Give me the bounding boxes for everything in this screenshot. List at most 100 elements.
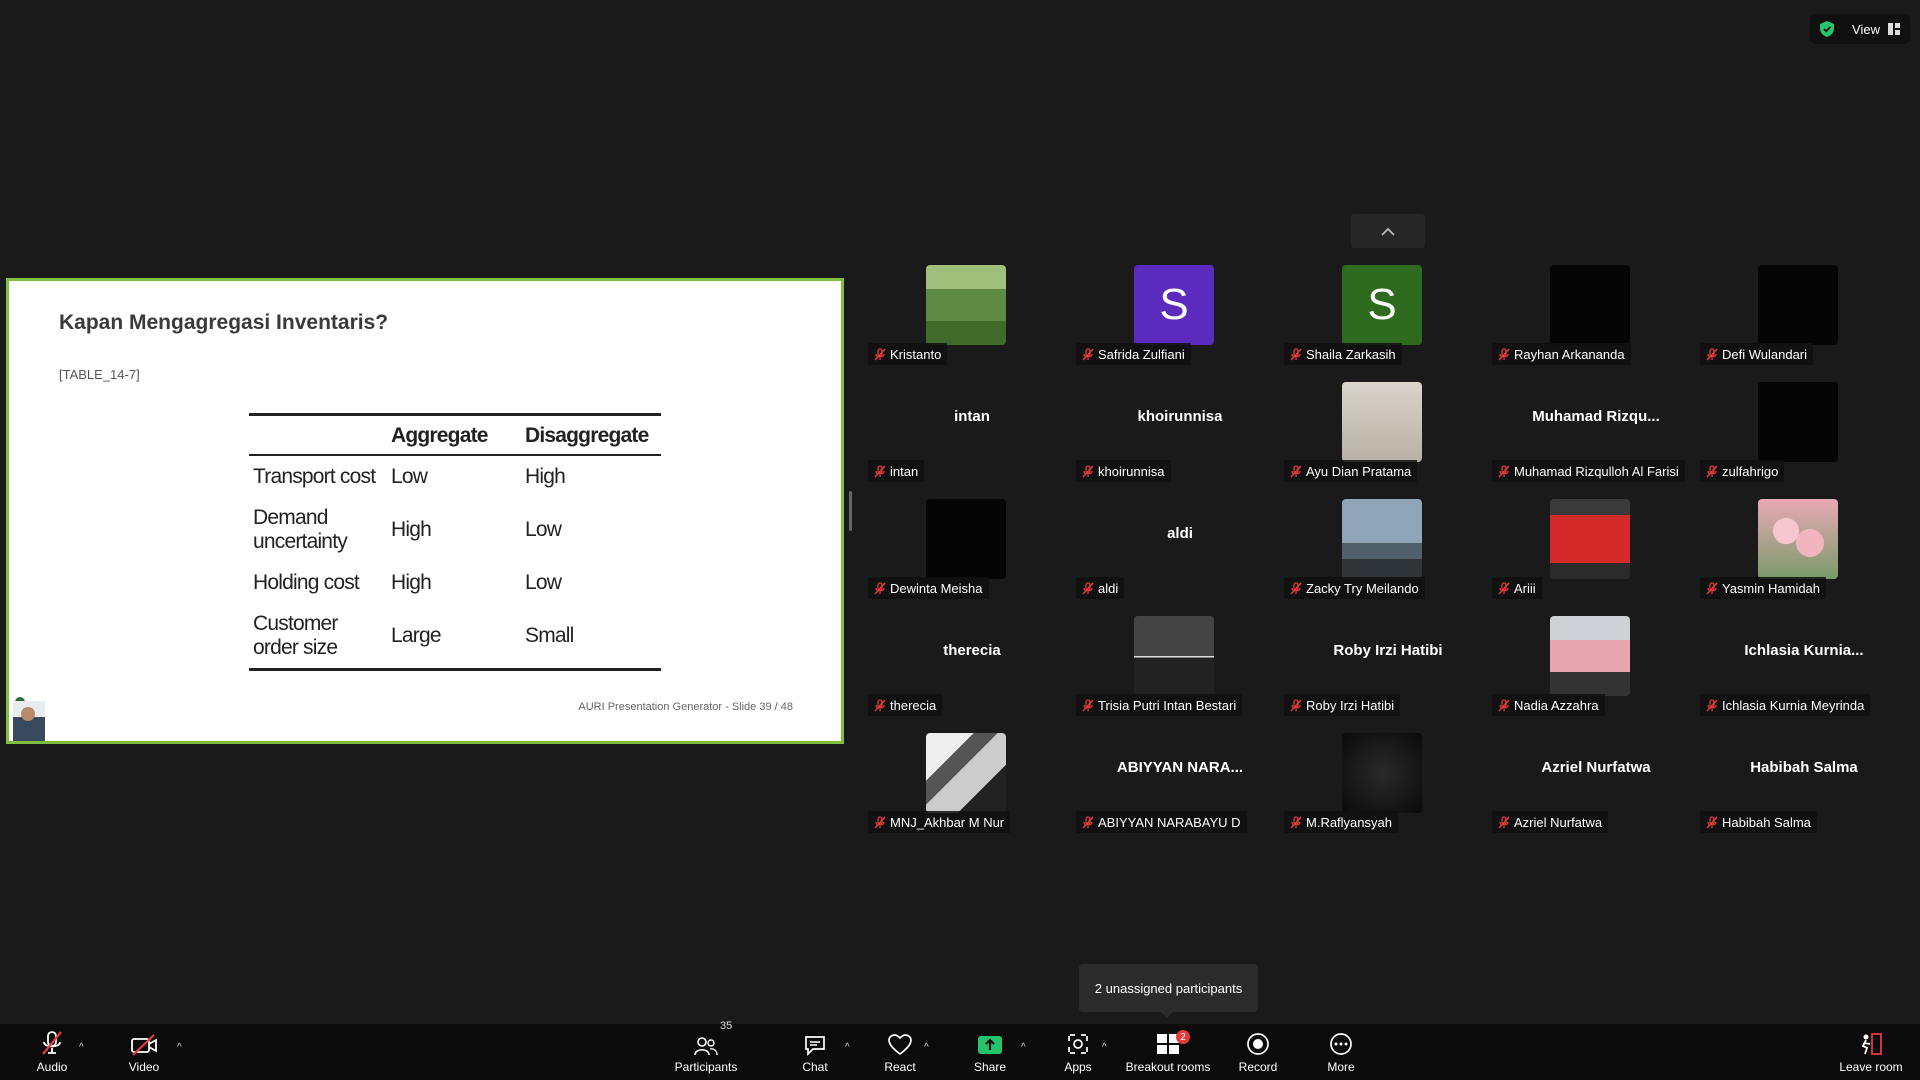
video-options-caret[interactable]: ^	[177, 1042, 182, 1053]
react-options-caret[interactable]: ^	[924, 1042, 929, 1053]
participant-tile[interactable]: Azriel Nurfatwa Azriel Nurfatwa	[1492, 733, 1700, 850]
share-options-caret[interactable]: ^	[1021, 1042, 1026, 1053]
participant-display-name: therecia	[943, 642, 1001, 659]
participant-name-tag: Habibah Salma	[1700, 811, 1817, 833]
mic-muted-icon	[874, 581, 886, 595]
more-button[interactable]: More	[1324, 1024, 1358, 1080]
heart-icon	[888, 1034, 912, 1056]
participant-tile[interactable]: Ichlasia Kurnia... Ichlasia Kurnia Meyrin…	[1700, 616, 1908, 733]
participant-display-name: khoirunnisa	[1137, 408, 1223, 425]
participant-tile[interactable]: Muhamad Rizqu... Muhamad Rizqulloh Al Far…	[1492, 382, 1700, 499]
table-cell: Large	[391, 624, 442, 647]
participant-tile[interactable]: Ariii	[1492, 499, 1700, 616]
participant-tile[interactable]: Roby Irzi Hatibi Roby Irzi Hatibi	[1284, 616, 1492, 733]
participant-tile[interactable]: M.Raflyansyah	[1284, 733, 1492, 850]
participant-avatar	[1550, 499, 1630, 579]
participant-name: Rayhan Arkananda	[1514, 346, 1625, 362]
leave-room-button[interactable]: Leave room	[1836, 1024, 1906, 1080]
view-button[interactable]: View	[1810, 14, 1910, 44]
participant-name: Muhamad Rizqulloh Al Farisi	[1514, 463, 1679, 479]
table-cell: High	[391, 518, 432, 541]
participant-avatar	[1758, 265, 1838, 345]
participant-tile[interactable]: aldi aldi	[1076, 499, 1284, 616]
share-button[interactable]: Share	[972, 1024, 1008, 1080]
participant-display-name: ABIYYAN NARA...	[1116, 759, 1244, 776]
participant-name-tag: Dewinta Meisha	[868, 577, 989, 599]
participant-name: intan	[890, 463, 919, 479]
participant-name-tag: Rayhan Arkananda	[1492, 343, 1631, 365]
table-header: Aggregate	[387, 414, 521, 456]
participant-display-name: Ichlasia Kurnia...	[1744, 642, 1864, 659]
mic-muted-icon	[1290, 464, 1302, 478]
participant-tile[interactable]: Yasmin Hamidah	[1700, 499, 1908, 616]
participant-tile[interactable]: Ayu Dian Pratama	[1284, 382, 1492, 499]
chat-options-caret[interactable]: ^	[845, 1042, 850, 1053]
participant-name-tag: Ayu Dian Pratama	[1284, 460, 1418, 482]
react-button[interactable]: React	[882, 1024, 918, 1080]
mic-muted-icon	[1082, 698, 1094, 712]
participant-avatar	[1342, 499, 1422, 579]
participant-name-tag: Ariii	[1492, 577, 1542, 599]
participant-tile[interactable]: intan intan	[868, 382, 1076, 499]
mic-muted-icon	[874, 347, 886, 361]
mic-muted-icon	[1498, 581, 1510, 595]
breakout-rooms-button[interactable]: 2 Breakout rooms	[1124, 1024, 1212, 1080]
participant-tile[interactable]: Defi Wulandari	[1700, 265, 1908, 382]
participant-avatar	[1550, 616, 1630, 696]
panel-splitter-handle[interactable]	[849, 491, 852, 531]
participant-name-tag: Nadia Azzahra	[1492, 694, 1605, 716]
participant-tile[interactable]: MNJ_Akhbar M Nur	[868, 733, 1076, 850]
chat-icon	[805, 1036, 825, 1056]
participant-avatar	[1758, 382, 1838, 462]
table-header: Disaggregate	[521, 414, 661, 456]
mic-muted-icon	[1706, 581, 1718, 595]
gallery-scroll-up-button[interactable]	[1351, 214, 1425, 248]
audio-label: Audio	[36, 1060, 68, 1074]
mic-muted-icon	[1290, 815, 1302, 829]
apps-icon	[1068, 1034, 1088, 1054]
participant-tile[interactable]: therecia therecia	[868, 616, 1076, 733]
participant-tile[interactable]: ABIYYAN NARA... ABIYYAN NARABAYU D	[1076, 733, 1284, 850]
participant-tile[interactable]: Habibah Salma Habibah Salma	[1700, 733, 1908, 850]
participant-tile[interactable]: khoirunnisa khoirunnisa	[1076, 382, 1284, 499]
participant-tile[interactable]: Dewinta Meisha	[868, 499, 1076, 616]
audio-button[interactable]: Audio	[30, 1024, 74, 1080]
video-button[interactable]: Video	[124, 1024, 164, 1080]
participant-display-name: Roby Irzi Hatibi	[1333, 642, 1443, 659]
audio-options-caret[interactable]: ^	[79, 1042, 84, 1053]
mic-muted-icon	[874, 698, 886, 712]
participants-label: Participants	[674, 1060, 738, 1074]
participant-display-name: aldi	[1167, 525, 1193, 542]
share-label: Share	[973, 1060, 1007, 1074]
participants-icon	[694, 1037, 718, 1056]
chat-button[interactable]: Chat	[800, 1024, 830, 1080]
mic-muted-icon	[1706, 698, 1718, 712]
apps-options-caret[interactable]: ^	[1102, 1042, 1107, 1053]
participant-tile[interactable]: Zacky Try Meilando	[1284, 499, 1492, 616]
mic-muted-icon	[874, 815, 886, 829]
table-cell: High	[525, 465, 566, 488]
mic-muted-icon	[1290, 698, 1302, 712]
participant-tile[interactable]: Trisia Putri Intan Bestari	[1076, 616, 1284, 733]
record-button[interactable]: Record	[1238, 1024, 1278, 1080]
participant-tile[interactable]: zulfahrigo	[1700, 382, 1908, 499]
participant-avatar	[1134, 616, 1214, 696]
table-row: Transport cost Low High	[249, 455, 661, 497]
participants-count: 35	[720, 1020, 733, 1032]
participants-button[interactable]: 35 Participants	[671, 1020, 741, 1080]
slide-footer: AURI Presentation Generator - Slide 39 /…	[578, 701, 793, 713]
participant-tile[interactable]: Kristanto	[868, 265, 1076, 382]
participant-tile[interactable]: S Shaila Zarkasih	[1284, 265, 1492, 382]
participant-avatar	[1342, 382, 1422, 462]
apps-button[interactable]: Apps	[1062, 1024, 1094, 1080]
participant-tile[interactable]: S Safrida Zulfiani	[1076, 265, 1284, 382]
participant-tile[interactable]: Rayhan Arkananda	[1492, 265, 1700, 382]
participant-initial: S	[1342, 265, 1422, 345]
participant-tile[interactable]: Nadia Azzahra	[1492, 616, 1700, 733]
mic-muted-icon	[1498, 815, 1510, 829]
mic-muted-icon	[42, 1031, 62, 1055]
shield-icon	[1820, 21, 1834, 37]
participant-avatar	[926, 265, 1006, 345]
participant-initial: S	[1134, 265, 1214, 345]
participant-name: M.Raflyansyah	[1306, 814, 1392, 830]
